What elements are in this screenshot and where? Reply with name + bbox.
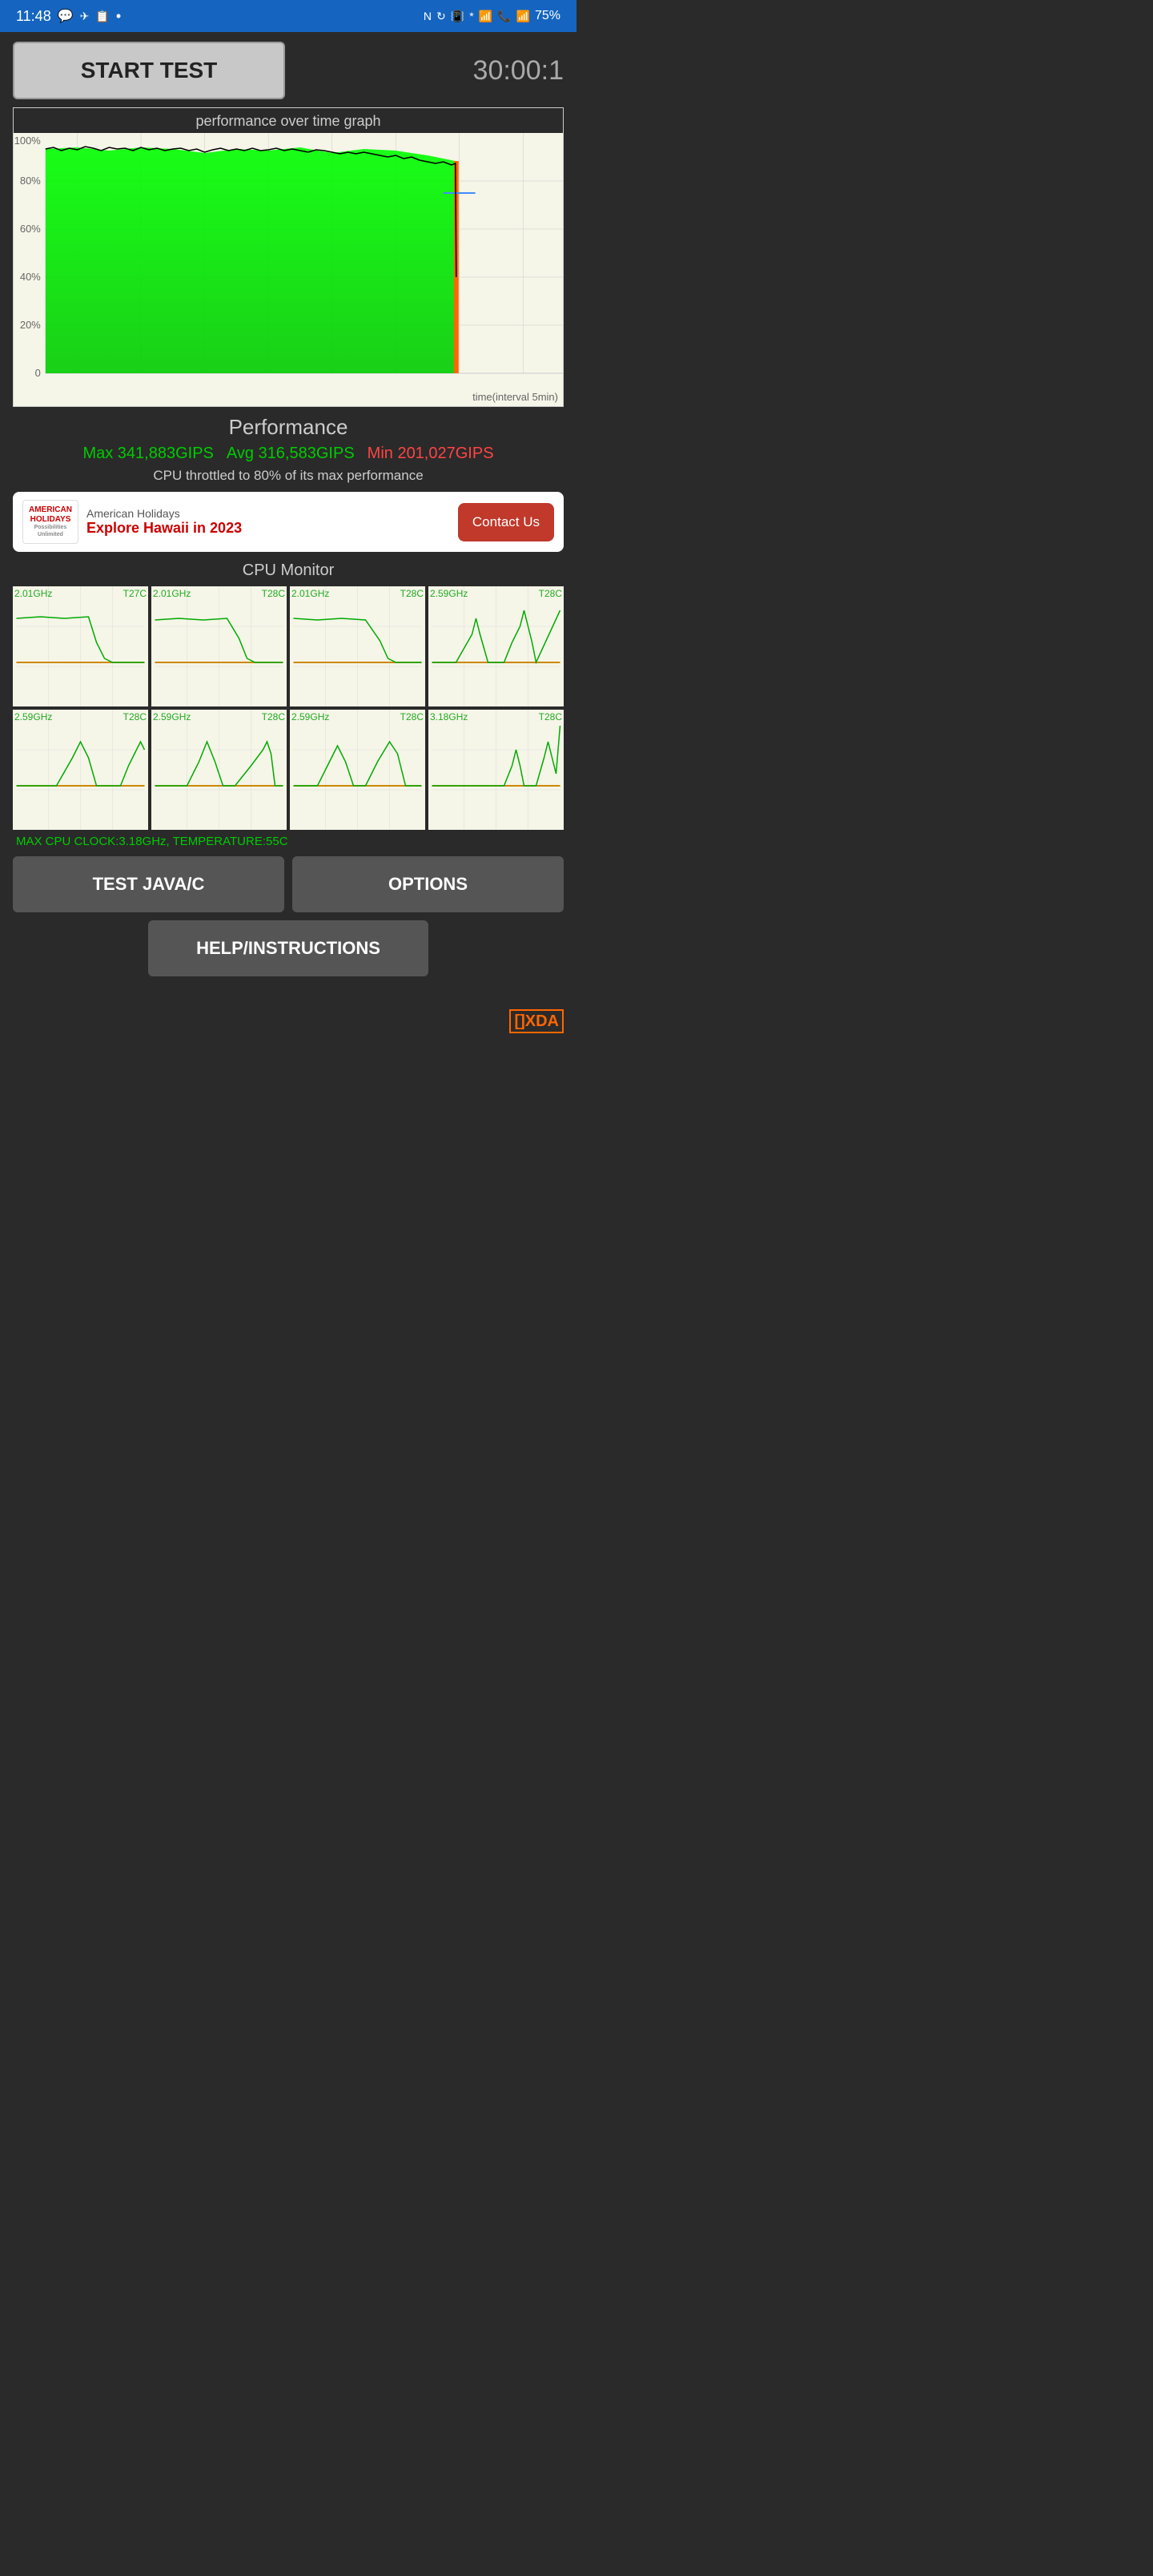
cpu-cell-6-temp: T28C: [262, 711, 285, 722]
ad-company: American Holidays: [86, 507, 450, 520]
cpu-cell-3-freq: 2.01GHz: [291, 588, 329, 599]
ad-banner: AMERICAN HOLIDAYS Possibilities Unlimite…: [13, 492, 564, 552]
cpu-cell-5: 2.59GHz T28C: [13, 710, 148, 830]
cpu-cell-8: 3.18GHz T28C: [428, 710, 564, 830]
stat-min: Min 201,027GIPS: [368, 445, 494, 463]
performance-graph-container: performance over time graph: [13, 107, 564, 407]
help-btn-row: HELP/INSTRUCTIONS: [13, 920, 564, 976]
cpu-cell-7-freq: 2.59GHz: [291, 711, 329, 722]
xda-bracket-logo: []XDA: [509, 1009, 564, 1033]
cpu-cell-6-freq: 2.59GHz: [153, 711, 191, 722]
cpu-cell-3-temp: T28C: [400, 588, 424, 599]
cpu-monitor: CPU Monitor 2.01GHz T27C: [13, 561, 564, 848]
cpu-cell-6-header: 2.59GHz T28C: [153, 711, 285, 722]
cpu-cell-1-temp: T27C: [123, 588, 147, 599]
options-button[interactable]: OPTIONS: [292, 856, 564, 912]
top-row: START TEST 30:00:1: [13, 42, 564, 99]
cpu-cell-8-header: 3.18GHz T28C: [430, 711, 562, 722]
graph-area: 100% 80% 60% 40% 20% 0: [14, 133, 563, 389]
wifi-icon: 📶: [479, 10, 492, 23]
test-java-c-button[interactable]: TEST JAVA/C: [13, 856, 284, 912]
throttle-text: CPU throttled to 80% of its max performa…: [13, 468, 564, 484]
stat-max: Max 341,883GIPS: [82, 445, 213, 463]
svg-text:60%: 60%: [20, 223, 41, 235]
ad-logo-line3: Possibilities Unlimited: [23, 525, 78, 538]
cpu-monitor-title: CPU Monitor: [13, 561, 564, 580]
battery-display: 75%: [535, 9, 560, 23]
svg-text:20%: 20%: [20, 319, 41, 331]
cpu-cell-5-header: 2.59GHz T28C: [14, 711, 147, 722]
cpu-cell-4-temp: T28C: [539, 588, 562, 599]
cpu-grid: 2.01GHz T27C: [13, 586, 564, 830]
cpu-cell-3: 2.01GHz T28C: [290, 586, 425, 706]
status-icons: N ↻ 📳 * 📶 📞 📶 75%: [424, 9, 560, 23]
time-display: 11:48: [16, 8, 51, 25]
svg-text:80%: 80%: [20, 175, 41, 187]
phone-icon: 📞: [497, 10, 511, 23]
signal-icon: 📶: [516, 10, 530, 23]
notes-icon: 📋: [95, 10, 109, 23]
xda-logo: []XDA: [0, 1002, 576, 1047]
cpu-cell-8-freq: 3.18GHz: [430, 711, 468, 722]
cpu-cell-7-header: 2.59GHz T28C: [291, 711, 424, 722]
cpu-cell-4-header: 2.59GHz T28C: [430, 588, 562, 599]
max-cpu-info: MAX CPU CLOCK:3.18GHz, TEMPERATURE:55C: [13, 835, 564, 848]
bottom-buttons: TEST JAVA/C OPTIONS: [13, 856, 564, 912]
cpu-cell-2-temp: T28C: [262, 588, 285, 599]
cpu-cell-4: 2.59GHz T28C: [428, 586, 564, 706]
cpu-cell-5-temp: T28C: [123, 711, 147, 722]
performance-title: Performance: [13, 415, 564, 440]
status-time: 11:48 💬 ✈ 📋 •: [16, 8, 121, 25]
main-content: START TEST 30:00:1 performance over time…: [0, 32, 576, 1002]
cpu-cell-7: 2.59GHz T28C: [290, 710, 425, 830]
start-test-button[interactable]: START TEST: [13, 42, 285, 99]
cpu-cell-6: 2.59GHz T28C: [151, 710, 287, 830]
timer-display: 30:00:1: [473, 55, 564, 87]
ad-logo: AMERICAN HOLIDAYS Possibilities Unlimite…: [22, 500, 78, 544]
status-bar: 11:48 💬 ✈ 📋 • N ↻ 📳 * 📶 📞 📶 75%: [0, 0, 576, 32]
performance-stats: Max 341,883GIPS Avg 316,583GIPS Min 201,…: [13, 445, 564, 463]
cpu-cell-4-freq: 2.59GHz: [430, 588, 468, 599]
cpu-cell-2-header: 2.01GHz T28C: [153, 588, 285, 599]
graph-title: performance over time graph: [14, 108, 563, 133]
svg-text:40%: 40%: [20, 271, 41, 283]
cpu-cell-2: 2.01GHz T28C: [151, 586, 287, 706]
performance-section: Performance Max 341,883GIPS Avg 316,583G…: [13, 415, 564, 484]
cpu-cell-5-freq: 2.59GHz: [14, 711, 52, 722]
stat-avg: Avg 316,583GIPS: [227, 445, 355, 463]
ad-logo-line1: AMERICAN: [29, 505, 72, 515]
cpu-cell-3-header: 2.01GHz T28C: [291, 588, 424, 599]
graph-time-label: time(interval 5min): [14, 389, 563, 406]
nfc-icon: N: [424, 10, 432, 22]
contact-us-button[interactable]: Contact Us: [458, 503, 554, 541]
svg-text:100%: 100%: [14, 135, 42, 147]
ad-logo-line2: HOLIDAYS: [30, 515, 71, 525]
cpu-cell-7-temp: T28C: [400, 711, 424, 722]
telegram-icon: ✈: [80, 10, 90, 23]
messenger-icon: 💬: [58, 8, 74, 24]
svg-text:0: 0: [35, 367, 41, 379]
cpu-cell-1: 2.01GHz T27C: [13, 586, 148, 706]
vibrate-icon: 📳: [451, 10, 464, 23]
cpu-cell-1-header: 2.01GHz T27C: [14, 588, 147, 599]
help-instructions-button[interactable]: HELP/INSTRUCTIONS: [148, 920, 428, 976]
cpu-cell-8-temp: T28C: [539, 711, 562, 722]
ad-text-area: American Holidays Explore Hawaii in 2023: [86, 507, 450, 537]
sync-icon: ↻: [436, 10, 446, 23]
dot-icon: •: [116, 8, 121, 25]
ad-headline: Explore Hawaii in 2023: [86, 520, 450, 537]
cpu-cell-2-freq: 2.01GHz: [153, 588, 191, 599]
cpu-cell-1-freq: 2.01GHz: [14, 588, 52, 599]
bluetooth-icon: *: [469, 10, 473, 22]
